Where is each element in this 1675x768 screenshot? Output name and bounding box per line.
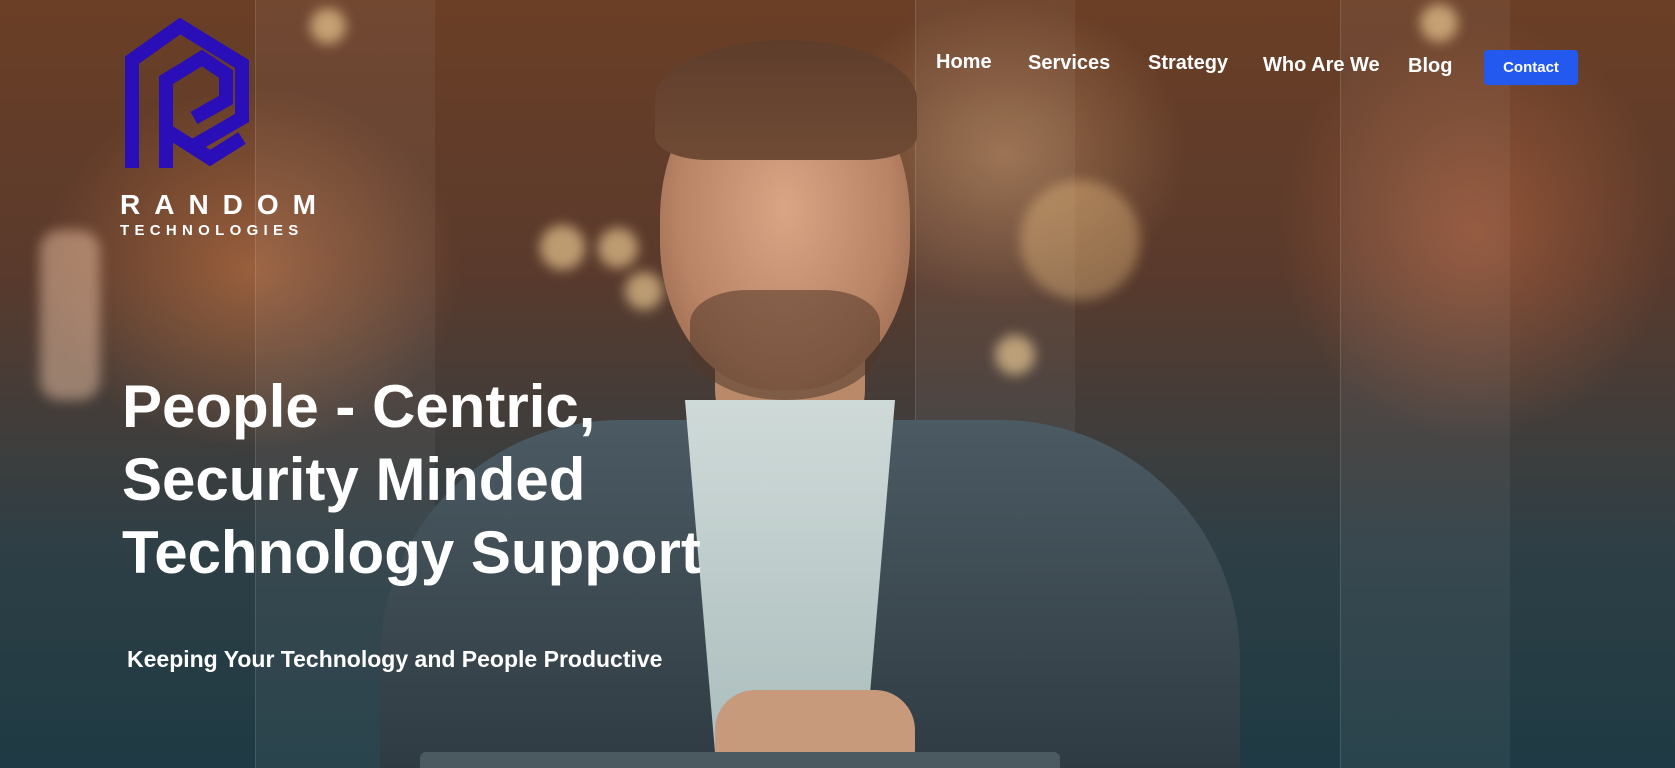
bokeh-light — [310, 8, 346, 44]
bokeh-light — [40, 230, 100, 400]
brand-subtitle: TECHNOLOGIES — [120, 222, 304, 239]
laptop-edge — [420, 752, 1060, 768]
bokeh-light — [1420, 4, 1458, 42]
glass-reflection — [1340, 0, 1510, 768]
hero-headline: People - Centric, Security Minded Techno… — [122, 370, 802, 589]
nav-who-are-we[interactable]: Who Are We — [1263, 55, 1380, 75]
nav-blog[interactable]: Blog — [1408, 56, 1452, 76]
headline-line-1: People - Centric, — [122, 373, 596, 440]
headline-line-3: Technology Support — [122, 519, 701, 586]
nav-services[interactable]: Services — [1028, 53, 1110, 73]
logo-icon — [125, 18, 249, 168]
contact-button[interactable]: Contact — [1484, 50, 1578, 85]
nav-strategy[interactable]: Strategy — [1148, 53, 1228, 73]
headline-line-2: Security Minded — [122, 446, 586, 513]
re-monogram-logo[interactable] — [118, 18, 258, 178]
brand-name: RANDOM — [120, 189, 330, 220]
hero-subheadline: Keeping Your Technology and People Produ… — [127, 646, 663, 672]
nav-home[interactable]: Home — [936, 52, 992, 72]
